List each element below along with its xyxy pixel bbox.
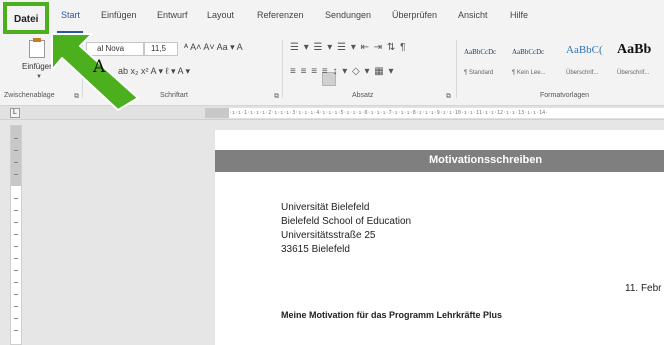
style-preview: AaBb <box>617 42 652 57</box>
font-launcher-icon[interactable]: ⧉ <box>274 93 279 101</box>
ruler-margin <box>205 108 229 118</box>
font-size-select[interactable]: 11,5 <box>144 42 178 56</box>
address-line: Universitätsstraße 25 <box>281 230 376 241</box>
style-ueberschrift-2[interactable]: AaBb Überschrif... <box>617 40 659 82</box>
style-preview: AaBbCcDc <box>512 48 545 56</box>
ruler-tick <box>14 270 18 271</box>
font-name-select[interactable]: al Nova <box>86 42 144 56</box>
address-line: Universität Bielefeld <box>281 202 370 213</box>
active-tab-indicator <box>57 31 83 33</box>
letter-subject: Meine Motivation für das Programm Lehrkr… <box>281 310 503 320</box>
chevron-down-icon: ▼ <box>36 74 42 80</box>
tab-selector[interactable]: L <box>10 108 20 118</box>
ruler-row: L ·2·ı·1·ı·ı·ı·1·ı·ı·ı·2·ı·ı·ı·3·ı·ı·ı·4… <box>0 106 664 120</box>
annotation-letter: A <box>93 57 106 77</box>
style-name: Überschrif... <box>617 70 650 76</box>
ruler-tick <box>14 198 18 199</box>
ruler-tick <box>14 246 18 247</box>
ruler-tick <box>14 318 18 319</box>
tab-hilfe[interactable]: Hilfe <box>510 10 528 20</box>
paragraph-row1-tools[interactable]: ☰ ▾ ☰ ▾ ☰ ▾ ⇤ ⇥ ⇅ ¶ <box>290 42 406 53</box>
style-name: ¶ Kein Lee... <box>512 70 546 76</box>
group-divider <box>282 40 283 98</box>
style-ueberschrift-1[interactable]: AaBbC( Überschrif... <box>566 40 608 82</box>
tab-ansicht[interactable]: Ansicht <box>458 10 488 20</box>
tab-einfuegen[interactable]: Einfügen <box>101 10 137 20</box>
ruler-tick <box>14 282 18 283</box>
group-label-styles: Formatvorlagen <box>540 92 590 99</box>
group-divider <box>82 40 83 98</box>
group-label-font: Schriftart <box>160 92 189 99</box>
group-divider <box>456 40 457 98</box>
style-kein-leerraum[interactable]: AaBbCcDc ¶ Kein Lee... <box>512 40 554 82</box>
ruler-tick <box>14 330 18 331</box>
ruler-tick <box>14 294 18 295</box>
tab-referenzen[interactable]: Referenzen <box>257 10 304 20</box>
paragraph-launcher-icon[interactable]: ⧉ <box>446 93 451 101</box>
vertical-ruler[interactable] <box>10 125 22 345</box>
style-preview: AaBbC( <box>566 44 603 56</box>
style-name: Überschrif... <box>566 70 599 76</box>
letter-date: 11. Febr <box>625 283 662 294</box>
group-label-paragraph: Absatz <box>352 92 374 99</box>
tab-layout[interactable]: Layout <box>207 10 234 20</box>
ribbon-tab-bar: Datei Start Einfügen Entwurf Layout Refe… <box>0 0 664 36</box>
ruler-tick <box>14 162 18 163</box>
clipboard-icon <box>29 38 45 58</box>
font-row2-tools[interactable]: ab x₂ x² A ▾ ℓ ▾ A ▾ <box>118 66 190 77</box>
ruler-tick <box>14 138 18 139</box>
ruler-tick <box>14 174 18 175</box>
header-banner: Motivationsschreiben <box>215 150 664 172</box>
document-page[interactable]: Motivationsschreiben Universität Bielefe… <box>215 130 664 345</box>
tab-sendungen[interactable]: Sendungen <box>325 10 371 20</box>
address-line: 33615 Bielefeld <box>281 244 350 255</box>
tab-datei[interactable]: Datei <box>3 2 49 34</box>
ruler-margin <box>11 126 21 186</box>
style-preview: AaBbCcDc <box>464 48 497 56</box>
ruler-tick <box>14 222 18 223</box>
address-line: Bielefeld School of Education <box>281 216 412 227</box>
document-title: Motivationsschreiben <box>429 154 543 166</box>
tab-start[interactable]: Start <box>61 10 80 20</box>
clipboard-launcher-icon[interactable]: ⧉ <box>74 93 79 101</box>
ruler-tick <box>14 306 18 307</box>
group-label-clipboard: Zwischenablage <box>4 92 55 99</box>
paste-label: Einfügen <box>22 62 54 71</box>
style-standard[interactable]: AaBbCcDc ¶ Standard <box>464 40 506 82</box>
style-name: ¶ Standard <box>464 70 494 76</box>
paragraph-row2-tools[interactable]: ≡ ≡ ≡ ≡ ↕ ▾ ◇ ▾ ▦ ▾ <box>290 66 395 77</box>
tab-datei-label: Datei <box>14 14 39 25</box>
ruler-tick <box>14 210 18 211</box>
ruler-tick <box>14 150 18 151</box>
font-row1-tools[interactable]: ᴬ A˄ A˅ Aa ▾ A <box>184 42 243 53</box>
tab-entwurf[interactable]: Entwurf <box>157 10 188 20</box>
horizontal-ruler[interactable]: ·2·ı·1·ı·ı·ı·1·ı·ı·ı·2·ı·ı·ı·3·ı·ı·ı·4·ı… <box>205 108 664 118</box>
ruler-tick <box>14 258 18 259</box>
tab-ueberpruefen[interactable]: Überprüfen <box>392 10 437 20</box>
ruler-tick <box>14 234 18 235</box>
